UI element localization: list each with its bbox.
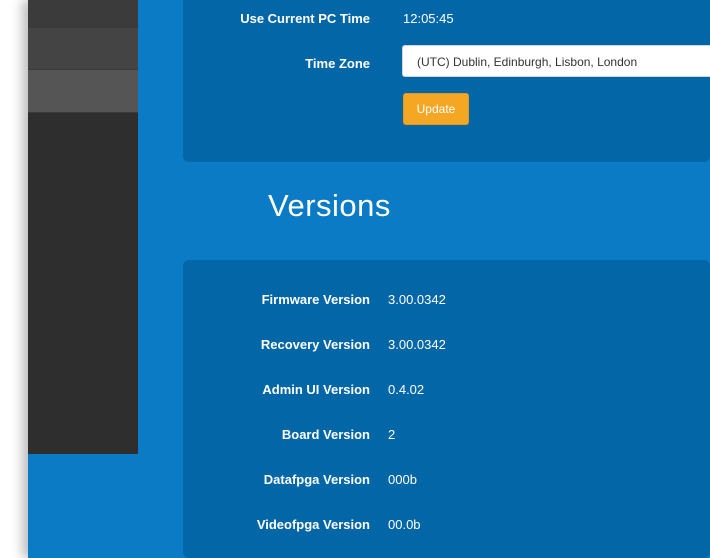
timezone-label: Time Zone — [305, 56, 370, 71]
current-time-label: Use Current PC Time — [240, 11, 370, 26]
board-version-label: Board Version — [281, 427, 370, 442]
datafpga-version-label: Datafpga Version — [263, 472, 370, 487]
admin-ui-version-label: Admin UI Version — [262, 382, 370, 397]
current-time-value: 12:05:45 — [403, 11, 454, 26]
admin-screen: Use Current PC Time 12:05:45 Time Zone (… — [28, 0, 710, 558]
timezone-select[interactable]: (UTC) Dublin, Edinburgh, Lisbon, London … — [402, 45, 710, 77]
versions-title: Versions — [268, 188, 391, 223]
sidebar-item[interactable] — [28, 0, 138, 28]
videofpga-version-value: 00.0b — [388, 517, 421, 532]
timezone-selected-value: (UTC) Dublin, Edinburgh, Lisbon, London — [417, 55, 638, 69]
sidebar-item-active[interactable] — [28, 70, 138, 113]
board-version-value: 2 — [388, 427, 396, 442]
videofpga-version-label: Videofpga Version — [256, 517, 370, 532]
update-button[interactable]: Update — [403, 93, 469, 125]
sidebar — [28, 0, 138, 454]
datafpga-version-value: 000b — [388, 472, 417, 487]
recovery-version-label: Recovery Version — [260, 337, 370, 352]
recovery-version-value: 3.00.0342 — [388, 337, 446, 352]
sidebar-item[interactable] — [28, 28, 138, 70]
admin-ui-version-value: 0.4.02 — [388, 382, 425, 397]
firmware-version-value: 3.00.0342 — [388, 292, 446, 307]
firmware-version-label: Firmware Version — [261, 292, 370, 307]
